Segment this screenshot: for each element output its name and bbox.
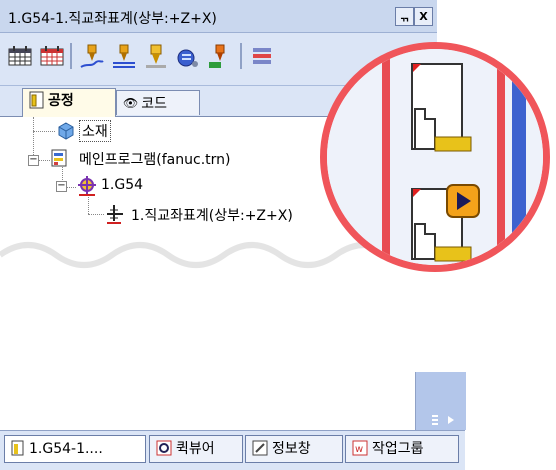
bottom-tab-document-label: 1.G54-1.... (29, 441, 103, 457)
tool-blue-icon[interactable] (174, 43, 202, 71)
tree-item-stock[interactable]: 소재 (79, 120, 111, 142)
collapse-toggle[interactable]: − (56, 181, 67, 192)
tree-item-main-program[interactable]: 메인프로그램(fanuc.trn) (79, 149, 230, 169)
tree-line (33, 131, 55, 132)
toolbar-separator (240, 43, 242, 69)
close-button[interactable]: X (414, 7, 433, 26)
tree-line (88, 214, 104, 215)
g54-origin-icon (78, 176, 96, 196)
tree-line (66, 187, 76, 188)
bottom-tab-info[interactable]: 정보창 (245, 435, 343, 463)
pin-button[interactable]: ᆩ (395, 7, 414, 26)
calendar-red-icon[interactable] (38, 43, 66, 71)
tab-process-label: 공정 (48, 93, 74, 109)
tree-line (88, 194, 89, 214)
bottom-tab-workgroup[interactable]: w 작업그룹 (345, 435, 459, 463)
svg-text:w: w (355, 444, 363, 455)
tree-line (38, 160, 50, 161)
coordinate-system-icon (107, 205, 123, 224)
tool-orange-icon[interactable] (206, 43, 234, 71)
tool-stack-icon[interactable] (110, 43, 138, 71)
tree-item-g54[interactable]: 1.G54 (101, 177, 143, 193)
info-window-icon (252, 440, 268, 456)
document-icon (11, 440, 24, 456)
tab-process[interactable]: 공정 (22, 88, 116, 117)
scroll-arrows-icon (432, 415, 454, 425)
zoom-content (327, 49, 543, 265)
panel-titlebar: 1.G54-1.직교좌표계(상부:+Z+X) ᆩ X (0, 0, 437, 33)
bottom-tab-workgroup-label: 작업그룹 (372, 441, 424, 457)
zoom-magnifier (320, 42, 550, 272)
bottom-tab-document[interactable]: 1.G54-1.... (4, 435, 146, 463)
collapse-toggle[interactable]: − (28, 155, 39, 166)
layers-icon[interactable] (248, 43, 276, 71)
workgroup-icon: w (352, 440, 368, 456)
panel-bottom-area (0, 372, 465, 432)
toolbar-separator (70, 43, 72, 69)
quickviewer-icon (156, 440, 172, 456)
tool-path-icon[interactable] (78, 43, 106, 71)
tree-item-coordinate[interactable]: 1.직교좌표계(상부:+Z+X) (131, 205, 293, 225)
program-icon (51, 149, 67, 167)
bottom-tab-quickviewer-label: 퀵뷰어 (176, 441, 215, 457)
bottom-tab-bar: 1.G54-1.... 퀵뷰어 정보창 w 작업그룹 (0, 430, 465, 470)
tab-code[interactable]: 👁 코드 (116, 90, 200, 115)
tab-code-label: 코드 (141, 96, 167, 112)
zoom-doc-icon (411, 63, 472, 152)
stock-cube-icon (58, 122, 74, 140)
tree-line (33, 117, 34, 131)
bottom-tab-quickviewer[interactable]: 퀵뷰어 (149, 435, 243, 463)
bottom-tab-info-label: 정보창 (272, 441, 311, 457)
calendar-grid-icon[interactable] (6, 43, 34, 71)
vertical-scrollbar[interactable] (415, 372, 466, 430)
process-icon (29, 91, 44, 109)
panel-title: 1.G54-1.직교좌표계(상부:+Z+X) (8, 11, 217, 27)
eye-icon: 👁 (123, 96, 139, 110)
tool-yellow-icon[interactable] (142, 43, 170, 71)
